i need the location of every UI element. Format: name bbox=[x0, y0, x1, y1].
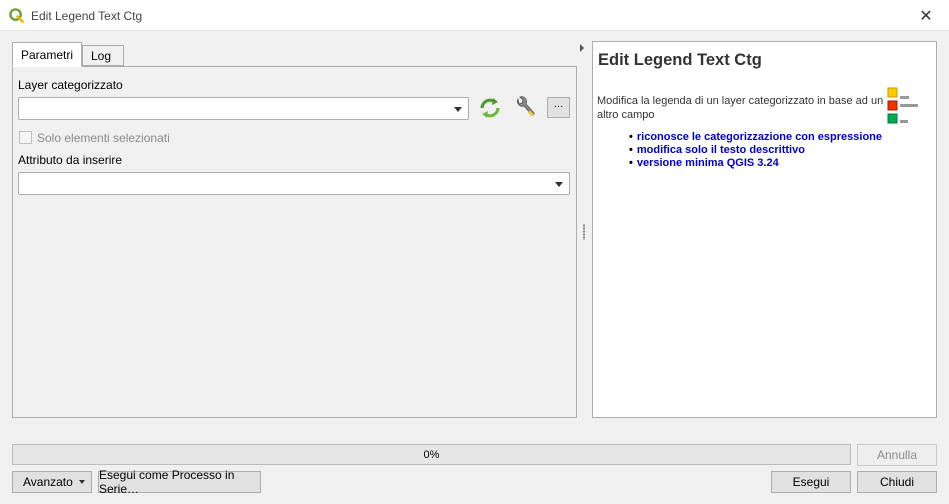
progress-bar: 0% bbox=[12, 444, 851, 465]
list-item: versione minima QGIS 3.24 bbox=[629, 157, 882, 170]
close-button[interactable]: Chiudi bbox=[857, 471, 937, 493]
legend-icon bbox=[887, 87, 918, 124]
refresh-icon[interactable] bbox=[477, 95, 503, 121]
help-description: Modifica la legenda di un layer categori… bbox=[597, 95, 884, 121]
advanced-button[interactable]: Avanzato bbox=[12, 471, 92, 493]
run-button[interactable]: Esegui bbox=[771, 471, 851, 493]
qgis-logo-icon bbox=[9, 8, 24, 23]
tab-parametri[interactable]: Parametri bbox=[12, 42, 82, 67]
wrench-icon[interactable] bbox=[512, 95, 538, 121]
selected-only-label: Solo elementi selezionati bbox=[37, 131, 170, 145]
layer-label: Layer categorizzato bbox=[18, 78, 123, 92]
close-window-button[interactable]: ✕ bbox=[903, 0, 949, 31]
splitter-handle[interactable] bbox=[583, 224, 585, 240]
progress-text: 0% bbox=[423, 449, 440, 461]
help-feature-list: riconosce le categorizzazione con espres… bbox=[629, 131, 882, 170]
selected-only-checkbox[interactable] bbox=[19, 131, 32, 144]
help-title: Edit Legend Text Ctg bbox=[598, 51, 762, 69]
attribute-label: Attributo da inserire bbox=[18, 153, 123, 167]
cancel-button[interactable]: Annulla bbox=[857, 444, 937, 466]
collapse-help-toggle[interactable] bbox=[580, 44, 584, 52]
window-title: Edit Legend Text Ctg bbox=[31, 9, 143, 23]
parameters-panel: Layer categorizzato … Solo elementi sele… bbox=[12, 66, 577, 418]
help-panel: Edit Legend Text Ctg Modifica la legenda… bbox=[592, 41, 937, 418]
attribute-combo[interactable] bbox=[18, 172, 570, 195]
more-options-button[interactable]: … bbox=[547, 97, 570, 118]
chevron-down-icon bbox=[454, 107, 462, 112]
run-batch-button[interactable]: Esegui come Processo in Serie… bbox=[98, 468, 261, 496]
list-item: riconosce le categorizzazione con espres… bbox=[629, 131, 882, 144]
chevron-down-icon bbox=[79, 480, 85, 484]
advanced-label: Avanzato bbox=[23, 475, 73, 489]
chevron-down-icon bbox=[555, 182, 563, 187]
layer-combo[interactable] bbox=[18, 97, 469, 120]
list-item: modifica solo il testo descrittivo bbox=[629, 144, 882, 157]
tab-log[interactable]: Log bbox=[82, 45, 124, 66]
title-bar: Edit Legend Text Ctg ✕ bbox=[0, 0, 949, 31]
